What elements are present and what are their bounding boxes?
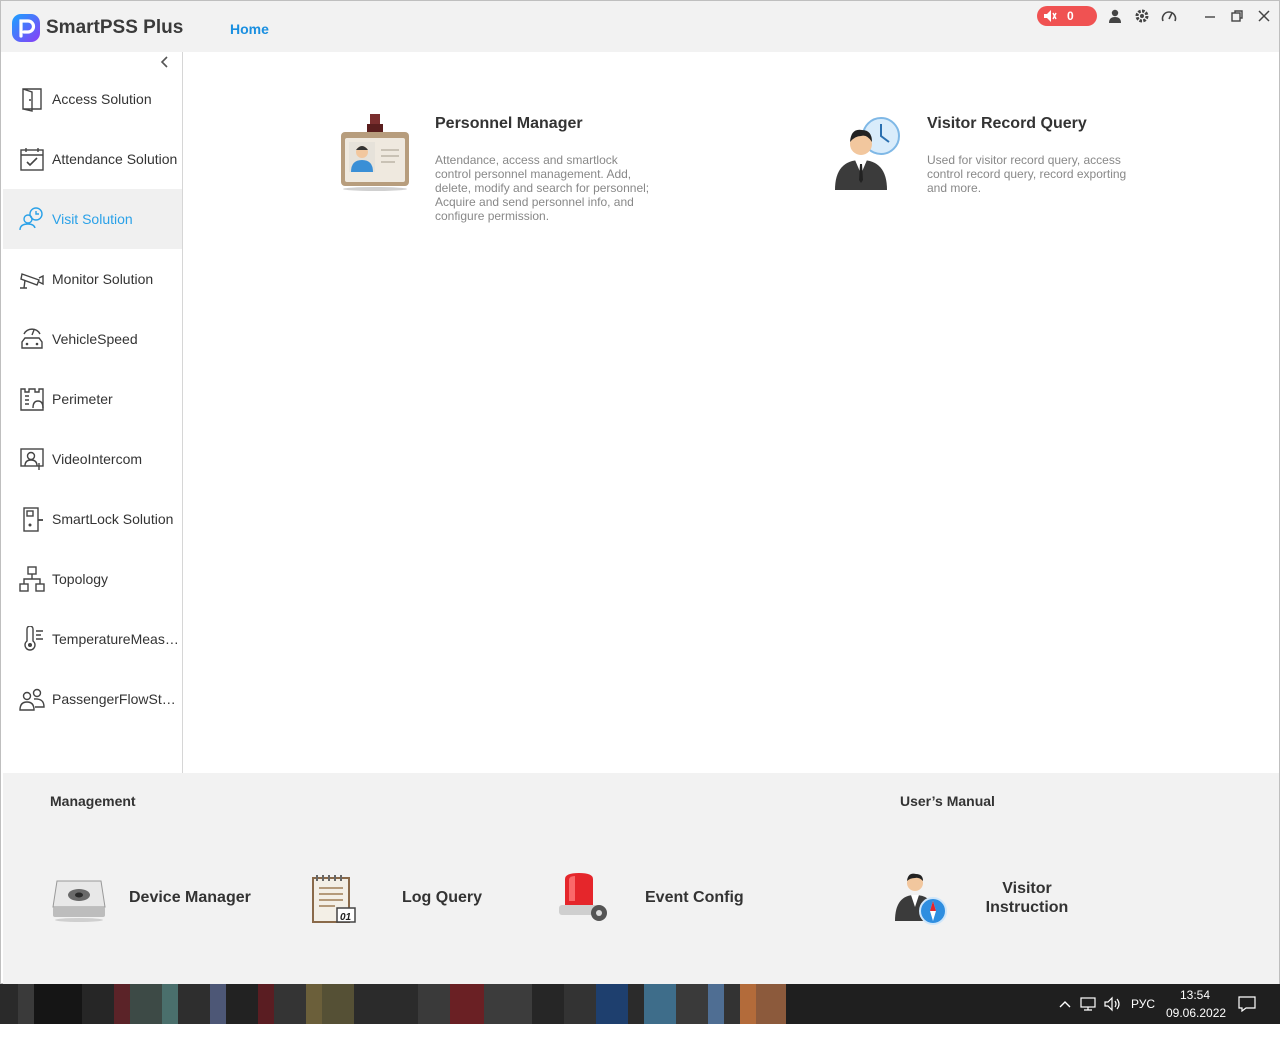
tab-home[interactable]: Home xyxy=(230,21,269,37)
visitor-record-query-title: Visitor Record Query xyxy=(927,115,1087,132)
sidebar-item-videointercom[interactable]: VideoIntercom xyxy=(3,429,182,489)
volume-icon[interactable] xyxy=(1104,996,1122,1012)
sidebar-item-monitor-solution[interactable]: Monitor Solution xyxy=(3,249,182,309)
perimeter-icon xyxy=(20,388,44,411)
event-config-alarm-icon xyxy=(559,873,607,921)
topology-icon xyxy=(19,566,45,592)
users-manual-title: User’s Manual xyxy=(900,793,995,809)
calendar-check-icon xyxy=(20,148,44,171)
sidebar-item-vehiclespeed[interactable]: VehicleSpeed xyxy=(3,309,182,369)
camera-icon xyxy=(20,273,44,289)
network-icon[interactable] xyxy=(1080,996,1098,1012)
log-query-label: Log Query xyxy=(402,889,483,906)
speedometer-icon[interactable] xyxy=(1161,8,1177,24)
app-title: SmartPSS Plus xyxy=(46,17,184,38)
personnel-manager-desc: Attendance, access and smartlock control… xyxy=(435,153,650,223)
door-icon xyxy=(22,88,42,112)
personnel-manager-title: Personnel Manager xyxy=(435,115,583,132)
visitor-record-query-desc: Used for visitor record query, access co… xyxy=(927,153,1127,195)
device-manager-icon xyxy=(52,880,106,922)
device-manager-label: Device Manager xyxy=(129,889,251,906)
sidebar-item-visit-solution[interactable]: Visit Solution xyxy=(3,189,182,249)
bottom-panel: Management User’s Manual Device Manager … xyxy=(3,773,1279,984)
gear-icon[interactable] xyxy=(1134,8,1150,24)
close-icon[interactable] xyxy=(1256,8,1272,24)
people-icon xyxy=(19,688,45,711)
intercom-icon xyxy=(20,448,44,470)
svg-text:01: 01 xyxy=(340,912,352,923)
sidebar: Access Solution Attendance Solution Visi… xyxy=(3,52,183,773)
app-window: SmartPSS Plus Home 0 Access Solution Att… xyxy=(0,0,1280,984)
sidebar-item-label: Perimeter xyxy=(52,391,113,407)
notification-icon[interactable] xyxy=(1238,996,1256,1012)
management-title: Management xyxy=(50,793,136,809)
car-speed-icon xyxy=(21,328,43,349)
sidebar-item-label: Monitor Solution xyxy=(52,271,154,287)
sidebar-item-label: VideoIntercom xyxy=(52,451,143,467)
sidebar-item-topology[interactable]: Topology xyxy=(3,549,182,609)
sidebar-item-label: SmartLock Solution xyxy=(52,511,174,527)
collapse-sidebar-icon[interactable] xyxy=(157,54,173,70)
sidebar-item-label: VehicleSpeed xyxy=(52,331,138,347)
sidebar-item-label: Topology xyxy=(52,571,109,587)
minimize-icon[interactable] xyxy=(1202,8,1218,24)
sidebar-item-label: Visit Solution xyxy=(52,211,133,227)
sidebar-item-label: PassengerFlowSt… xyxy=(52,691,176,707)
sidebar-item-label: Access Solution xyxy=(52,91,152,107)
user-icon[interactable] xyxy=(1107,8,1123,24)
title-bar: SmartPSS Plus Home 0 xyxy=(1,1,1279,52)
alarm-badge[interactable]: 0 xyxy=(1037,6,1097,26)
sidebar-item-label: TemperatureMeas… xyxy=(52,631,179,647)
sidebar-item-passengerflow[interactable]: PassengerFlowSt… xyxy=(3,669,182,729)
visitor-clock-icon xyxy=(19,207,43,231)
speaker-mute-icon xyxy=(1044,10,1057,22)
visitor-clock-avatar-icon xyxy=(835,117,900,190)
thermometer-icon xyxy=(24,626,43,651)
alarm-count: 0 xyxy=(1067,9,1074,23)
clock-date[interactable]: 09.06.2022 xyxy=(1166,1006,1226,1046)
visitor-instruction-icon xyxy=(895,873,947,925)
main-content: Personnel Manager Attendance, access and… xyxy=(183,52,1279,773)
language-indicator[interactable]: РУС xyxy=(1131,997,1155,1037)
sidebar-item-attendance-solution[interactable]: Attendance Solution xyxy=(3,129,182,189)
sidebar-item-perimeter[interactable]: Perimeter xyxy=(3,369,182,429)
os-taskbar: РУС 13:54 09.06.2022 xyxy=(0,984,1280,1024)
event-config-label: Event Config xyxy=(645,889,744,906)
sidebar-item-smartlock-solution[interactable]: SmartLock Solution xyxy=(3,489,182,549)
sidebar-item-access-solution[interactable]: Access Solution xyxy=(3,69,182,129)
log-query-icon: 01 xyxy=(312,875,356,923)
smartlock-icon xyxy=(23,507,43,532)
id-badge-icon xyxy=(341,114,409,191)
sidebar-item-temperature[interactable]: TemperatureMeas… xyxy=(3,609,182,669)
tray-chevron-up-icon[interactable] xyxy=(1058,997,1072,1011)
visitor-instruction-label: Visitor Instruction xyxy=(985,880,1069,916)
app-logo-icon xyxy=(12,14,40,42)
sidebar-item-label: Attendance Solution xyxy=(52,151,178,167)
restore-icon[interactable] xyxy=(1229,8,1245,24)
